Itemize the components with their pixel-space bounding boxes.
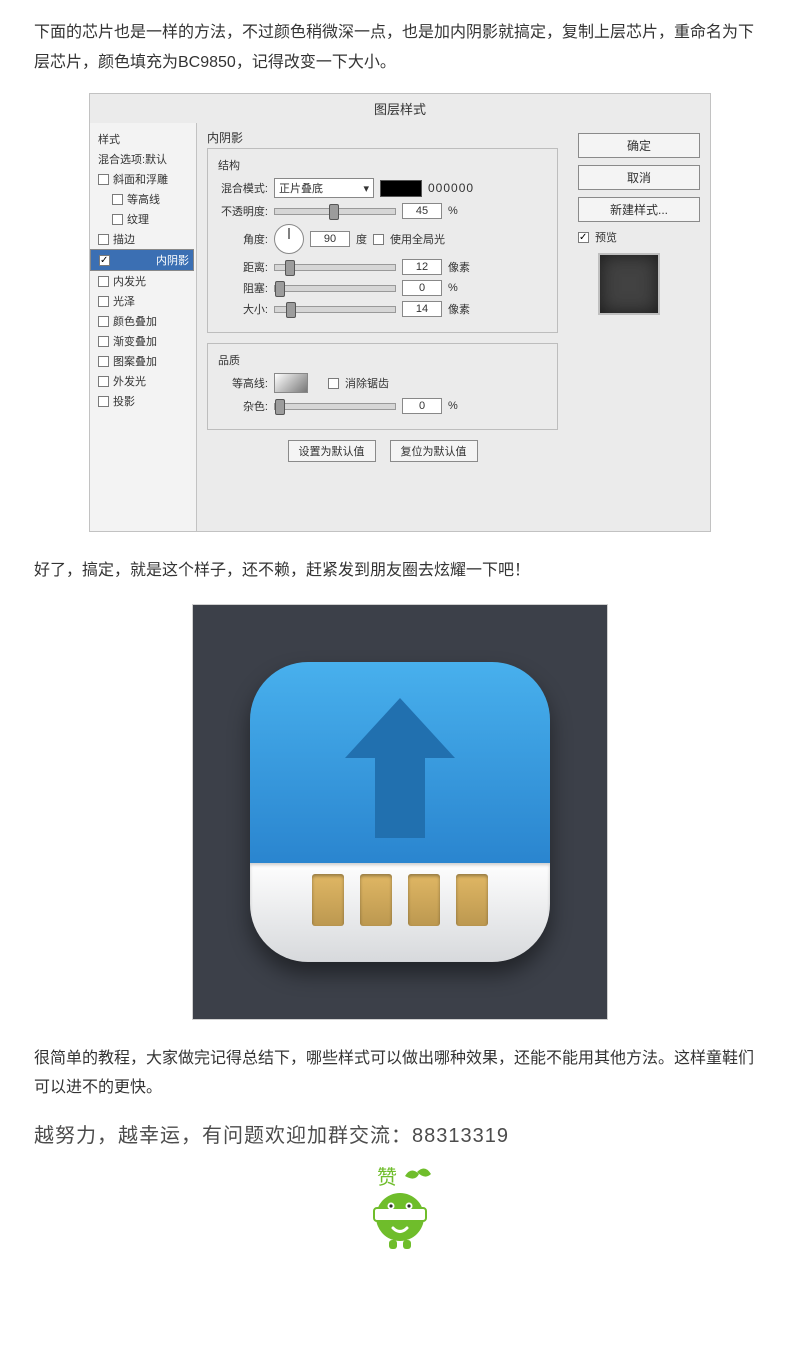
- paragraph-summary: 很简单的教程，大家做完记得总结下，哪些样式可以做出哪种效果，还能不能用其他方法。…: [34, 1044, 766, 1103]
- make-default-button[interactable]: 设置为默认值: [288, 440, 376, 462]
- angle-dial[interactable]: [274, 224, 304, 254]
- style-list: 样式 混合选项:默认 斜面和浮雕 等高线 纹理 描边 内阴影 内发光 光泽 颜色…: [90, 123, 197, 531]
- distance-slider[interactable]: [274, 264, 396, 271]
- paragraph-done: 好了，搞定，就是这个样子，还不赖，赶紧发到朋友圈去炫耀一下吧！: [34, 556, 766, 586]
- preview-label: 预览: [595, 229, 617, 245]
- like-label: 赞: [377, 1166, 397, 1189]
- distance-input[interactable]: 12: [402, 259, 442, 275]
- noise-label: 杂色:: [218, 398, 268, 414]
- item-outer-glow[interactable]: 外发光: [90, 371, 196, 391]
- settings-panel: 内阴影 结构 混合模式: 正片叠底▾ 000000 不透明度: 45: [197, 123, 568, 531]
- group-quality: 品质: [218, 352, 547, 368]
- chevron-down-icon: ▾: [363, 182, 369, 195]
- cancel-button[interactable]: 取消: [578, 165, 700, 190]
- paragraph-contact: 越努力，越幸运，有问题欢迎加群交流：88313319: [34, 1119, 766, 1148]
- item-satin[interactable]: 光泽: [90, 291, 196, 311]
- hex-value: 000000: [428, 181, 474, 195]
- layer-style-dialog: 图层样式 样式 混合选项:默认 斜面和浮雕 等高线 纹理 描边 内阴影 内发光 …: [89, 93, 711, 532]
- group-structure: 结构: [218, 157, 547, 173]
- item-stroke[interactable]: 描边: [90, 229, 196, 249]
- contour-picker[interactable]: [274, 373, 308, 393]
- item-color-overlay[interactable]: 颜色叠加: [90, 311, 196, 331]
- size-input[interactable]: 14: [402, 301, 442, 317]
- noise-slider[interactable]: [274, 403, 396, 410]
- ok-button[interactable]: 确定: [578, 133, 700, 158]
- antialias-label: 消除锯齿: [345, 375, 389, 391]
- noise-input[interactable]: 0: [402, 398, 442, 414]
- size-slider[interactable]: [274, 306, 396, 313]
- opacity-input[interactable]: 45: [402, 203, 442, 219]
- dialog-title: 图层样式: [90, 94, 710, 123]
- opacity-label: 不透明度:: [218, 203, 268, 219]
- item-drop-shadow[interactable]: 投影: [90, 391, 196, 411]
- result-canvas: [192, 604, 608, 1020]
- styles-header: 样式: [90, 129, 196, 149]
- new-style-button[interactable]: 新建样式...: [578, 197, 700, 222]
- paragraph-intro: 下面的芯片也是一样的方法，不过颜色稍微深一点，也是加内阴影就搞定，复制上层芯片，…: [34, 18, 766, 77]
- contour-label: 等高线:: [218, 375, 268, 391]
- antialias-checkbox[interactable]: [328, 378, 339, 389]
- item-inner-shadow[interactable]: 内阴影: [90, 249, 194, 271]
- item-bevel[interactable]: 斜面和浮雕: [90, 169, 196, 189]
- spread-label: 阻塞:: [218, 280, 268, 296]
- blend-options[interactable]: 混合选项:默认: [90, 149, 196, 169]
- color-swatch[interactable]: [380, 180, 422, 197]
- item-pattern-overlay[interactable]: 图案叠加: [90, 351, 196, 371]
- preview-checkbox[interactable]: [578, 232, 589, 243]
- arrow-up-icon: [340, 698, 460, 838]
- item-grad-overlay[interactable]: 渐变叠加: [90, 331, 196, 351]
- global-light-label: 使用全局光: [390, 231, 445, 247]
- item-texture[interactable]: 纹理: [90, 209, 196, 229]
- like-mascot-icon: 赞: [355, 1162, 445, 1257]
- section-title: 内阴影: [207, 129, 558, 146]
- blend-mode-select[interactable]: 正片叠底▾: [274, 178, 374, 198]
- upload-icon: [250, 662, 550, 962]
- size-label: 大小:: [218, 301, 268, 317]
- global-light-checkbox[interactable]: [373, 234, 384, 245]
- angle-input[interactable]: 90: [310, 231, 350, 247]
- distance-label: 距离:: [218, 259, 268, 275]
- spread-slider[interactable]: [274, 285, 396, 292]
- opacity-slider[interactable]: [274, 208, 396, 215]
- dialog-actions: 确定 取消 新建样式... 预览: [568, 123, 710, 531]
- item-inner-glow[interactable]: 内发光: [90, 271, 196, 291]
- reset-default-button[interactable]: 复位为默认值: [390, 440, 478, 462]
- blend-mode-label: 混合模式:: [218, 180, 268, 196]
- item-contour[interactable]: 等高线: [90, 189, 196, 209]
- spread-input[interactable]: 0: [402, 280, 442, 296]
- preview-thumbnail: [598, 253, 660, 315]
- angle-label: 角度:: [218, 231, 268, 247]
